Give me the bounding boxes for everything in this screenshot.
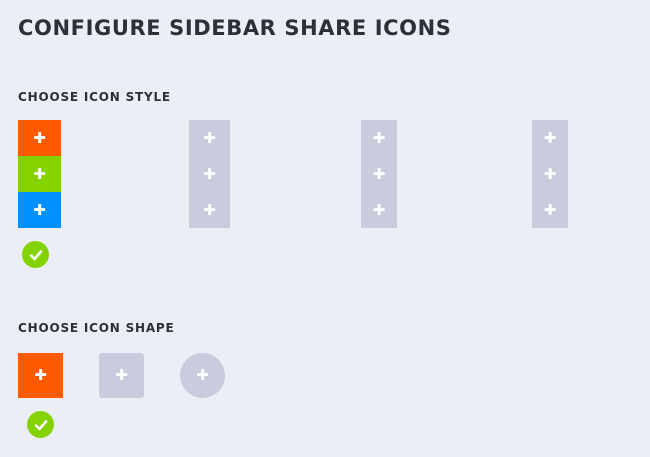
icon-shape-option-circle[interactable]: ✚ [180,353,225,398]
page-title: CONFIGURE SIDEBAR SHARE ICONS [18,16,452,40]
icon-style-cell: ✚ [189,192,230,228]
style-selected-checkmark-icon [22,241,49,268]
icon-shape-option-rounded[interactable]: ✚ [99,353,144,398]
icon-style-cell: ✚ [361,156,397,192]
plus-icon: ✚ [372,200,386,219]
icon-shape-option-square[interactable]: ✚ [18,353,63,398]
icon-style-cell: ✚ [532,156,568,192]
icon-style-cell: ✚ [532,120,568,156]
plus-icon: ✚ [203,128,216,147]
icon-style-heading: CHOOSE ICON STYLE [18,90,171,104]
icon-style-cell: ✚ [18,192,61,228]
plus-icon: ✚ [34,366,47,384]
plus-icon: ✚ [115,366,128,384]
icon-style-cell: ✚ [361,192,397,228]
icon-style-cell: ✚ [532,192,568,228]
icon-style-cell: ✚ [361,120,397,156]
shape-selected-checkmark-icon [27,411,54,438]
icon-style-option-grey[interactable]: ✚ ✚ ✚ [189,120,230,228]
plus-icon: ✚ [33,200,46,219]
plus-icon: ✚ [196,366,209,384]
plus-icon: ✚ [203,200,216,219]
plus-icon: ✚ [372,128,386,147]
plus-icon: ✚ [543,128,557,147]
plus-icon: ✚ [203,164,216,183]
plus-icon: ✚ [543,164,557,183]
plus-icon: ✚ [372,164,386,183]
icon-style-cell: ✚ [189,156,230,192]
plus-icon: ✚ [33,164,46,183]
plus-icon: ✚ [543,200,557,219]
icon-style-cell: ✚ [189,120,230,156]
icon-shape-heading: CHOOSE ICON SHAPE [18,321,175,335]
icon-style-option-colored[interactable]: ✚ ✚ ✚ [18,120,61,228]
icon-style-option-grey[interactable]: ✚ ✚ ✚ [532,120,568,228]
plus-icon: ✚ [33,128,46,147]
icon-style-option-grey[interactable]: ✚ ✚ ✚ [361,120,397,228]
icon-style-cell: ✚ [18,120,61,156]
icon-style-cell: ✚ [18,156,61,192]
